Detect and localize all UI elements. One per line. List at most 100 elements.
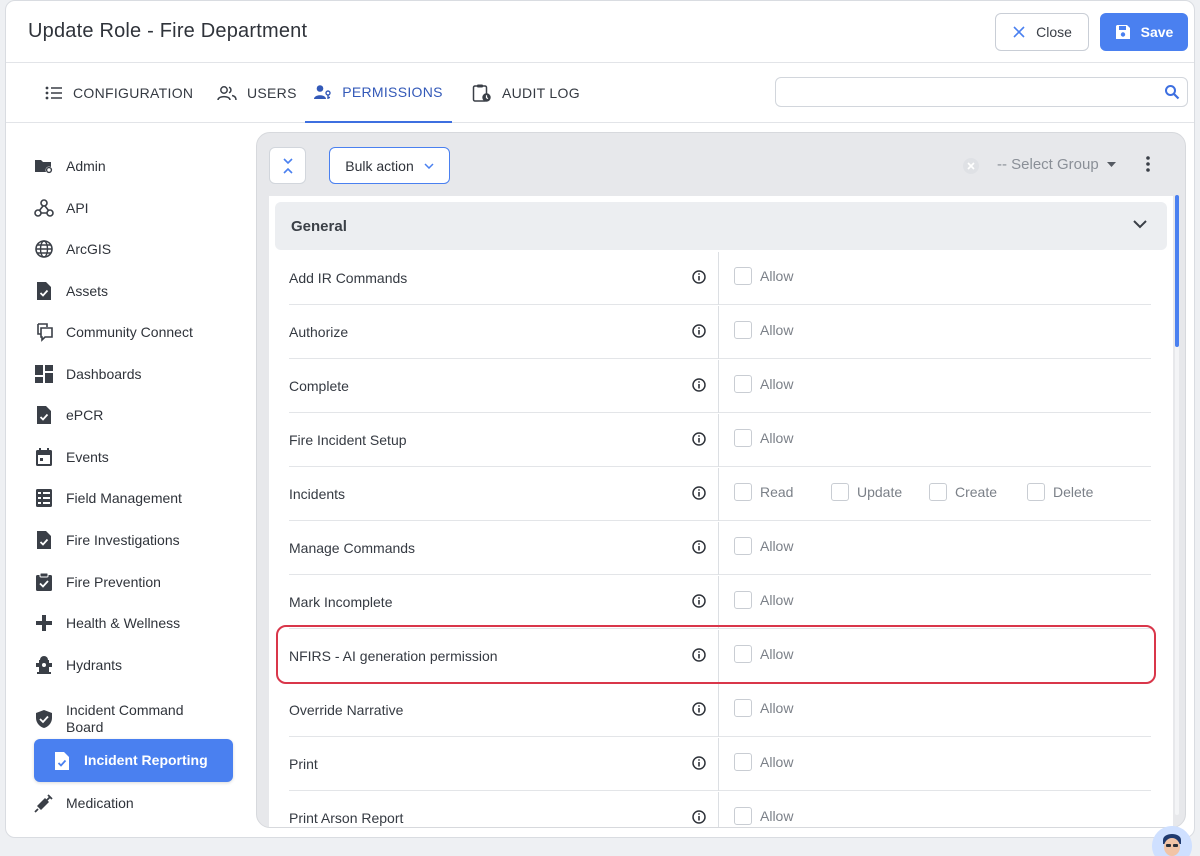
info-icon[interactable] — [692, 378, 706, 392]
permission-name: Print — [289, 756, 318, 772]
search-input[interactable] — [784, 78, 1154, 106]
info-icon[interactable] — [692, 486, 706, 500]
option-label: Create — [955, 484, 998, 500]
chevron-down-icon — [424, 162, 434, 169]
sidebar-item-incident-reporting[interactable]: Incident Reporting — [34, 739, 233, 782]
row-divider — [718, 576, 719, 629]
checkbox[interactable] — [929, 483, 947, 501]
option-label: Allow — [760, 700, 794, 716]
collapse-toggle-button[interactable] — [269, 147, 306, 184]
row-divider — [718, 414, 719, 467]
sidebar-item-fire-prevention[interactable]: Fire Prevention — [34, 572, 234, 592]
sidebar-item-community-connect[interactable]: Community Connect — [34, 322, 234, 342]
hydrant-icon — [34, 655, 54, 675]
save-button[interactable]: Save — [1100, 13, 1188, 51]
info-icon[interactable] — [692, 810, 706, 824]
list-icon — [45, 86, 62, 100]
search-icon[interactable] — [1164, 84, 1180, 100]
permission-checkbox[interactable]: Allow — [734, 267, 793, 285]
option-label: Allow — [760, 754, 794, 770]
bulk-action-dropdown[interactable]: Bulk action — [329, 147, 450, 184]
tab-configuration[interactable]: CONFIGURATION — [45, 63, 193, 123]
section-general-header[interactable]: General — [275, 202, 1167, 250]
permission-name: Override Narrative — [289, 702, 404, 718]
sidebar-item-health-wellness[interactable]: Health & Wellness — [34, 613, 234, 633]
info-icon[interactable] — [692, 756, 706, 770]
checkbox[interactable] — [734, 375, 752, 393]
tab-audit-log[interactable]: AUDIT LOG — [472, 63, 580, 123]
info-icon[interactable] — [692, 648, 706, 662]
option-label: Allow — [760, 322, 794, 338]
permission-checkbox[interactable]: Allow — [734, 591, 793, 609]
permission-row: Mark Incomplete Allow — [289, 576, 1151, 629]
checkbox[interactable] — [734, 537, 752, 555]
permission-checkbox[interactable]: Allow — [734, 807, 793, 825]
permission-checkbox[interactable]: Allow — [734, 753, 793, 771]
checkbox[interactable] — [734, 807, 752, 825]
permission-name: Add IR Commands — [289, 270, 408, 286]
info-icon[interactable] — [692, 702, 706, 716]
sidebar-item-medication[interactable]: Medication — [34, 793, 234, 813]
option-label: Allow — [760, 268, 794, 284]
info-icon[interactable] — [692, 270, 706, 284]
sidebar-item-incident-command-board[interactable]: Incident Command Board — [34, 702, 234, 736]
info-icon[interactable] — [692, 594, 706, 608]
permission-checkbox-create[interactable]: Create — [929, 483, 997, 501]
save-icon — [1115, 25, 1130, 39]
permission-checkbox-update[interactable]: Update — [831, 483, 902, 501]
sidebar-item-label: Fire Prevention — [66, 573, 161, 590]
scrollbar[interactable] — [1175, 195, 1179, 815]
tab-label: CONFIGURATION — [73, 85, 194, 101]
sidebar-item-label: Health & Wellness — [66, 614, 181, 631]
select-group-dropdown[interactable]: -- Select Group — [997, 156, 1116, 173]
sidebar-item-arcgis[interactable]: ArcGIS — [34, 239, 234, 259]
sidebar-item-epcr[interactable]: ePCR — [34, 405, 234, 425]
dashboard-icon — [34, 364, 54, 384]
checkbox[interactable] — [734, 429, 752, 447]
close-label: Close — [1036, 24, 1072, 40]
permission-name: Complete — [289, 378, 349, 394]
row-divider — [718, 306, 719, 359]
sidebar-item-assets[interactable]: Assets — [34, 281, 234, 301]
permission-checkbox[interactable]: Allow — [734, 321, 793, 339]
sidebar-item-field-management[interactable]: Field Management — [34, 488, 234, 508]
permission-checkbox-delete[interactable]: Delete — [1027, 483, 1093, 501]
row-divider — [718, 684, 719, 737]
close-button[interactable]: Close — [995, 13, 1089, 51]
permission-checkbox[interactable]: Allow — [734, 699, 793, 717]
info-icon[interactable] — [692, 432, 706, 446]
permission-checkbox[interactable]: Allow — [734, 429, 793, 447]
sidebar-item-dashboards[interactable]: Dashboards — [34, 364, 234, 384]
info-icon[interactable] — [692, 324, 706, 338]
clear-icon[interactable] — [962, 157, 980, 175]
globe-icon — [34, 239, 54, 259]
checkbox[interactable] — [734, 267, 752, 285]
checkbox[interactable] — [734, 699, 752, 717]
search-box[interactable] — [775, 77, 1188, 107]
document-check-icon — [34, 405, 54, 425]
sidebar-item-label: ArcGIS — [66, 240, 112, 257]
permission-checkbox-read[interactable]: Read — [734, 483, 793, 501]
permission-checkbox[interactable]: Allow — [734, 375, 793, 393]
checkbox[interactable] — [1027, 483, 1045, 501]
sidebar-item-hydrants[interactable]: Hydrants — [34, 655, 234, 675]
checkbox[interactable] — [734, 645, 752, 663]
more-options-icon[interactable] — [1145, 155, 1151, 173]
tab-users[interactable]: USERS — [217, 63, 297, 123]
sidebar-item-admin[interactable]: Admin — [34, 156, 234, 176]
checkbox[interactable] — [734, 753, 752, 771]
checkbox[interactable] — [734, 591, 752, 609]
info-icon[interactable] — [692, 540, 706, 554]
permission-checkbox[interactable]: Allow — [734, 645, 793, 663]
checkbox[interactable] — [734, 321, 752, 339]
select-group-label: -- Select Group — [997, 156, 1099, 173]
tab-permissions[interactable]: PERMISSIONS — [305, 63, 452, 123]
checkbox[interactable] — [831, 483, 849, 501]
option-label: Read — [760, 484, 794, 500]
scrollbar-thumb[interactable] — [1175, 195, 1179, 347]
sidebar-item-api[interactable]: API — [34, 198, 234, 218]
sidebar-item-events[interactable]: Events — [34, 447, 234, 467]
checkbox[interactable] — [734, 483, 752, 501]
sidebar-item-fire-investigations[interactable]: Fire Investigations — [34, 530, 234, 550]
permission-checkbox[interactable]: Allow — [734, 537, 793, 555]
